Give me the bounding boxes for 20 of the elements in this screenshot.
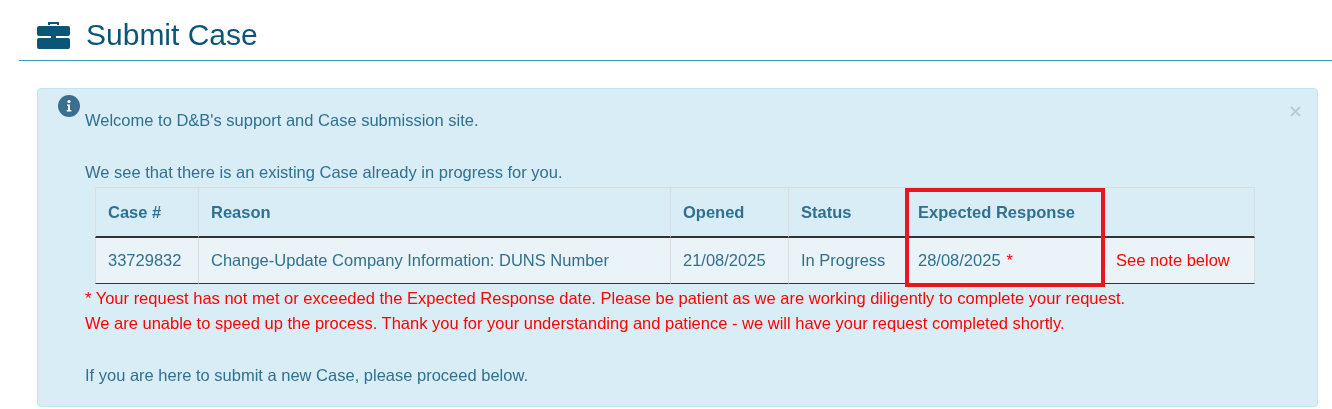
briefcase-icon bbox=[37, 21, 70, 49]
page-title: Submit Case bbox=[86, 18, 258, 52]
closing-text: If you are here to submit a new Case, please proceed below. bbox=[85, 365, 529, 386]
asterisk-mark: * bbox=[1006, 251, 1013, 270]
date-text: 28/08/2025 bbox=[918, 251, 1001, 270]
welcome-text: Welcome to D&B's support and Case submission site. bbox=[85, 110, 480, 131]
table-cell: Change-Update Company Information: DUNS Number bbox=[198, 238, 670, 284]
column-header: Reason bbox=[198, 187, 670, 238]
table-cell: 33729832 bbox=[95, 238, 198, 284]
close-icon[interactable] bbox=[1290, 106, 1301, 117]
column-header: Opened bbox=[670, 187, 788, 238]
existing-case-text: We see that there is an existing Case already in progress for you. bbox=[85, 162, 564, 183]
column-header: Status bbox=[788, 187, 905, 238]
table-cell: 21/08/2025 bbox=[670, 238, 788, 284]
table-cell: In Progress bbox=[788, 238, 905, 284]
warning-text: * Your request has not met or exceeded the Expected Response date. Please be patient as we are working diligently to complete your request. bbox=[85, 288, 1127, 309]
warning-text: We are unable to speed up the process. Thank you for your understanding and patience - we will have your request completed shortly. bbox=[85, 313, 1066, 334]
info-icon bbox=[58, 95, 80, 117]
column-header: Case # bbox=[95, 187, 198, 238]
note-link-text: See note below bbox=[1103, 238, 1255, 284]
